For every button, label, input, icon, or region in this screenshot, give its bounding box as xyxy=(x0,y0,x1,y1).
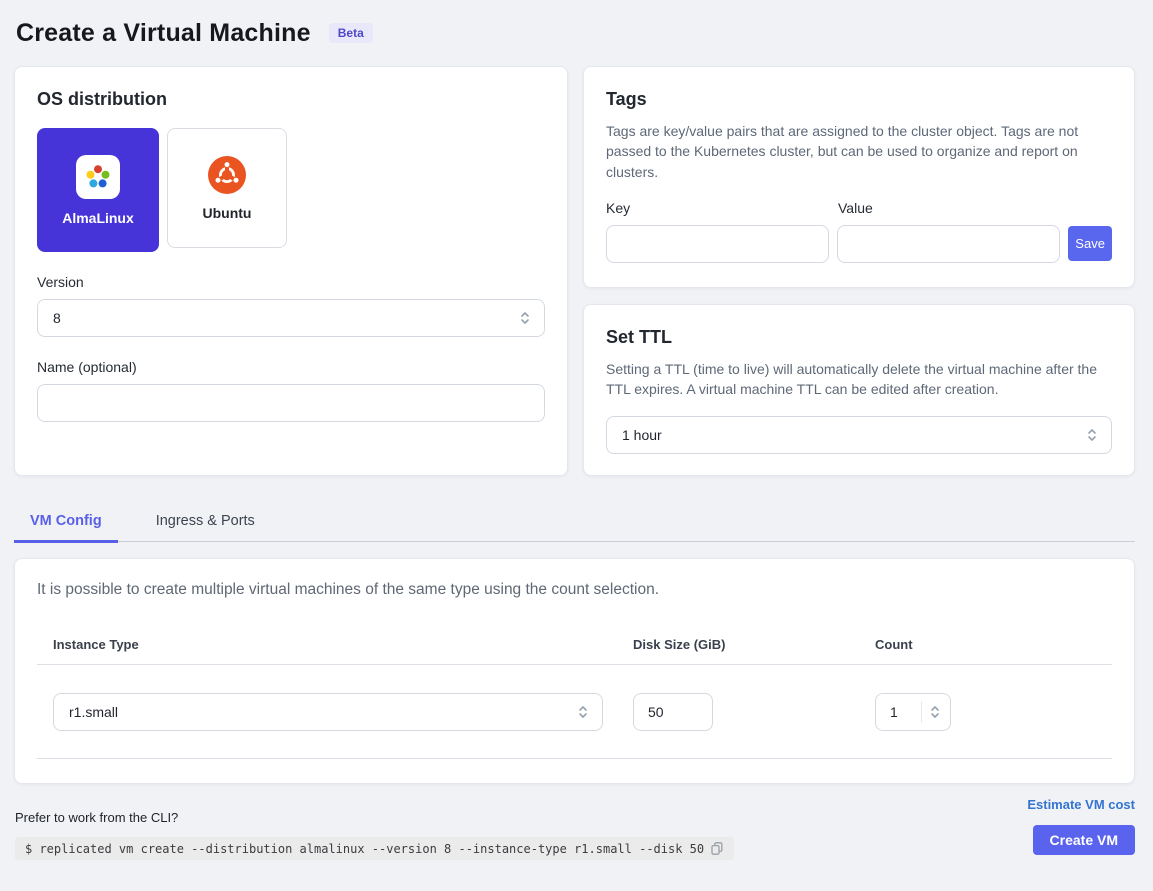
name-input[interactable] xyxy=(37,384,545,422)
tags-card-title: Tags xyxy=(606,89,1112,110)
chevron-up-down-icon xyxy=(1085,427,1099,443)
name-label: Name (optional) xyxy=(37,359,545,375)
os-tile-ubuntu[interactable]: Ubuntu xyxy=(167,128,287,248)
version-select-value: 8 xyxy=(53,310,61,326)
page-header: Create a Virtual Machine Beta xyxy=(0,0,1153,52)
ttl-select[interactable]: 1 hour xyxy=(606,416,1112,454)
right-column: Tags Tags are key/value pairs that are a… xyxy=(583,66,1135,476)
col-header-count: Count xyxy=(859,637,1112,652)
os-tile-label: Ubuntu xyxy=(203,205,252,221)
count-stepper[interactable]: 1 xyxy=(875,693,951,731)
os-distribution-card: OS distribution AlmaLinux xyxy=(14,66,568,476)
cli-command-block: $ replicated vm create --distribution al… xyxy=(15,837,734,860)
instance-type-value: r1.small xyxy=(69,704,118,720)
page-title: Create a Virtual Machine xyxy=(16,19,311,48)
tab-vm-config[interactable]: VM Config xyxy=(14,501,118,543)
footer: Estimate VM cost Create VM Prefer to wor… xyxy=(14,791,1135,887)
beta-badge: Beta xyxy=(329,23,373,43)
vm-table-row: r1.small 1 xyxy=(37,665,1112,759)
tabs-bar: VM Config Ingress & Ports xyxy=(14,501,1135,542)
disk-size-cell xyxy=(617,693,859,731)
tag-value-input[interactable] xyxy=(837,225,1060,263)
chevron-up-down-icon xyxy=(576,704,590,720)
tags-kv-row: Save xyxy=(606,225,1112,263)
disk-size-input[interactable] xyxy=(633,693,713,731)
ttl-select-value: 1 hour xyxy=(622,427,662,443)
tags-card: Tags Tags are key/value pairs that are a… xyxy=(583,66,1135,288)
set-ttl-card: Set TTL Setting a TTL (time to live) wil… xyxy=(583,304,1135,476)
instance-type-cell: r1.small xyxy=(37,693,617,731)
os-tiles: AlmaLinux xyxy=(37,128,545,252)
ttl-card-title: Set TTL xyxy=(606,327,1112,348)
create-vm-button[interactable]: Create VM xyxy=(1033,825,1135,855)
tag-value-label: Value xyxy=(838,200,1070,216)
tags-kv-labels: Key Value xyxy=(606,200,1112,216)
version-label: Version xyxy=(37,274,545,290)
instance-type-select[interactable]: r1.small xyxy=(53,693,603,731)
ttl-description: Setting a TTL (time to live) will automa… xyxy=(606,359,1112,400)
os-tile-almalinux[interactable]: AlmaLinux xyxy=(37,128,159,252)
tag-key-label: Key xyxy=(606,200,838,216)
tag-key-input[interactable] xyxy=(606,225,829,263)
cli-command-text: $ replicated vm create --distribution al… xyxy=(25,842,704,856)
vm-config-card: It is possible to create multiple virtua… xyxy=(14,558,1135,784)
col-header-disk-size: Disk Size (GiB) xyxy=(617,637,859,652)
tags-description: Tags are key/value pairs that are assign… xyxy=(606,121,1112,182)
tab-ingress-ports[interactable]: Ingress & Ports xyxy=(140,501,271,541)
chevron-up-down-icon xyxy=(518,310,532,326)
count-value: 1 xyxy=(890,704,898,720)
main-row: OS distribution AlmaLinux xyxy=(14,66,1135,476)
copy-icon[interactable] xyxy=(710,841,724,856)
almalinux-logo-icon xyxy=(76,155,120,199)
version-select[interactable]: 8 xyxy=(37,299,545,337)
os-tile-label: AlmaLinux xyxy=(62,210,134,226)
col-header-instance-type: Instance Type xyxy=(37,637,617,652)
vm-table-header: Instance Type Disk Size (GiB) Count xyxy=(37,637,1112,665)
estimate-vm-cost-link[interactable]: Estimate VM cost xyxy=(1027,797,1135,812)
cli-prompt-text: Prefer to work from the CLI? xyxy=(15,810,178,825)
count-cell: 1 xyxy=(859,693,1112,731)
vm-config-note: It is possible to create multiple virtua… xyxy=(37,581,1112,599)
chevron-up-down-icon xyxy=(928,704,942,720)
stepper-chevrons[interactable] xyxy=(921,701,942,723)
save-tag-button[interactable]: Save xyxy=(1068,226,1112,261)
os-card-title: OS distribution xyxy=(37,89,545,110)
ubuntu-logo-icon xyxy=(208,156,246,194)
